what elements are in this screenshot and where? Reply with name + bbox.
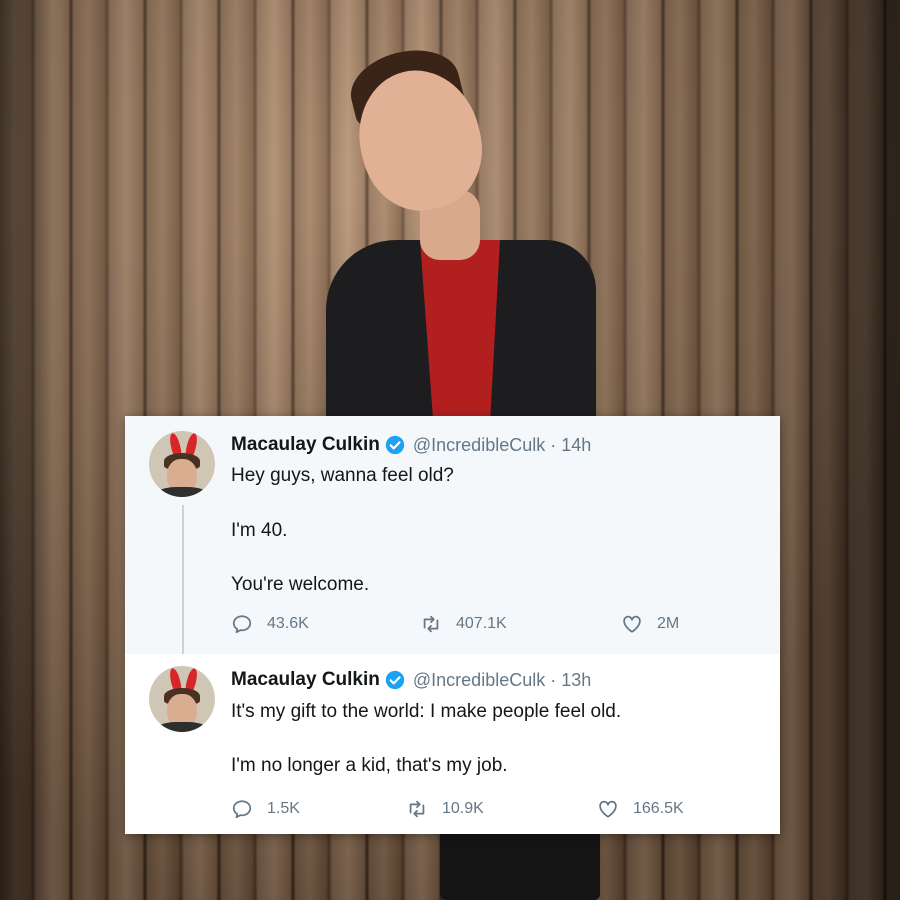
avatar[interactable] (149, 431, 215, 497)
retweet-count: 407.1K (456, 615, 507, 632)
tweet-1[interactable]: Macaulay Culkin @IncredibleCulk · 14h He… (125, 416, 780, 655)
separator-dot: · (550, 434, 557, 455)
heart-icon (623, 615, 641, 633)
retweet-count: 10.9K (442, 800, 484, 817)
like-button[interactable]: 166.5K (597, 798, 684, 820)
tweet-text-line: Hey guys, wanna feel old? (231, 465, 454, 486)
reply-icon (232, 800, 252, 819)
tweet-text-line: I'm 40. (231, 520, 288, 541)
reply-button[interactable]: 43.6K (231, 613, 309, 635)
display-name[interactable]: Macaulay Culkin (231, 434, 380, 456)
like-count: 166.5K (633, 800, 684, 817)
thread-connector-line (182, 505, 184, 655)
tweet-actions: 43.6K 407.1K 2M (231, 613, 751, 635)
timestamp[interactable]: 13h (561, 670, 591, 691)
tweet-header: Macaulay Culkin @IncredibleCulk · 14h (231, 434, 591, 456)
tweet-text-line: It's my gift to the world: I make people… (231, 701, 622, 722)
retweet-button[interactable]: 407.1K (420, 613, 507, 635)
reply-count: 43.6K (267, 615, 309, 632)
user-handle[interactable]: @IncredibleCulk (413, 435, 545, 456)
tweet-actions: 1.5K 10.9K 166.5K (231, 798, 751, 820)
tweet-thread-card: Macaulay Culkin @IncredibleCulk · 14h He… (125, 416, 780, 834)
verified-badge-icon (385, 435, 405, 455)
reply-button[interactable]: 1.5K (231, 798, 300, 820)
retweet-icon (423, 615, 439, 633)
tweet-2[interactable]: Macaulay Culkin @IncredibleCulk · 13h It… (125, 654, 780, 834)
heart-icon (599, 800, 617, 818)
verified-badge-icon (385, 670, 405, 690)
tweet-header: Macaulay Culkin @IncredibleCulk · 13h (231, 669, 591, 691)
reply-count: 1.5K (267, 800, 300, 817)
user-handle[interactable]: @IncredibleCulk (413, 670, 545, 691)
retweet-icon (409, 800, 425, 818)
reply-icon (232, 615, 252, 634)
timestamp[interactable]: 14h (561, 435, 591, 456)
tweet-text-line: I'm no longer a kid, that's my job. (231, 755, 508, 776)
display-name[interactable]: Macaulay Culkin (231, 669, 380, 691)
like-count: 2M (657, 615, 680, 632)
avatar[interactable] (149, 666, 215, 732)
retweet-button[interactable]: 10.9K (406, 798, 484, 820)
avatar-shirt (155, 487, 209, 497)
separator-dot: · (550, 669, 557, 690)
avatar-shirt (155, 722, 209, 732)
like-button[interactable]: 2M (621, 613, 679, 635)
tweet-text-line: You're welcome. (231, 574, 370, 595)
